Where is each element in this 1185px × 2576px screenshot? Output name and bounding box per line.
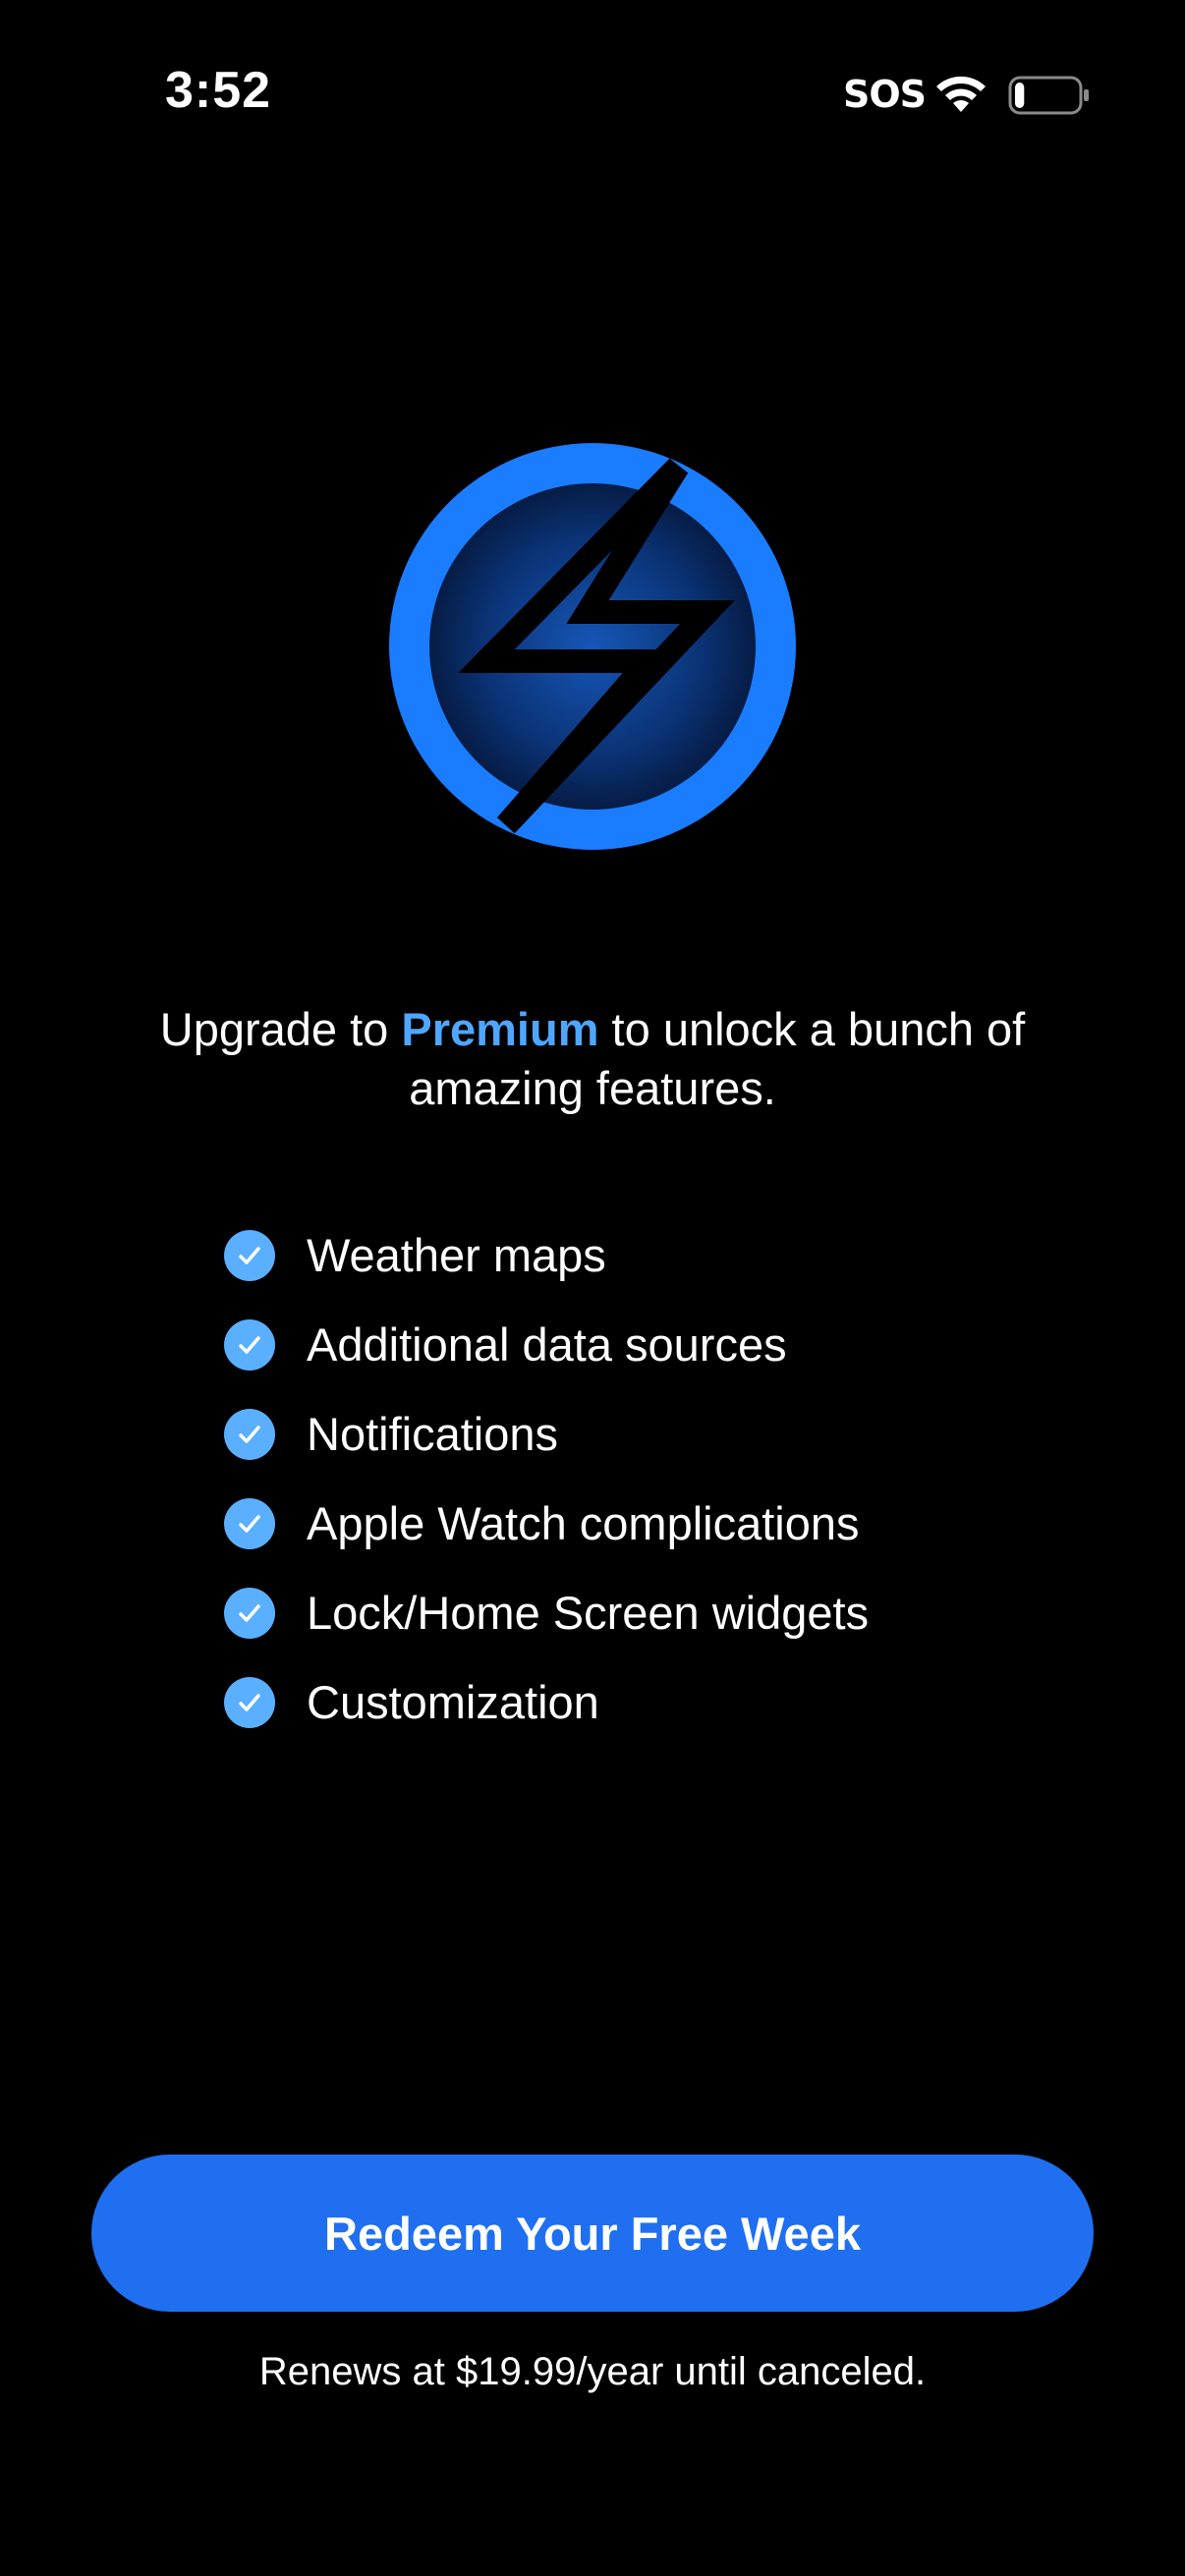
feature-label: Apple Watch complications bbox=[307, 1497, 860, 1549]
wifi-icon bbox=[936, 76, 986, 112]
battery-icon bbox=[1008, 76, 1089, 115]
feature-item: Additional data sources bbox=[224, 1300, 1010, 1389]
headline: Upgrade to Premium to unlock a bunch of … bbox=[101, 1000, 1084, 1118]
checkmark-circle-icon bbox=[224, 1229, 275, 1281]
feature-item: Weather maps bbox=[224, 1210, 1010, 1300]
feature-label: Additional data sources bbox=[307, 1318, 787, 1371]
checkmark-circle-icon bbox=[224, 1497, 275, 1549]
checkmark-circle-icon bbox=[224, 1408, 275, 1460]
feature-label: Customization bbox=[307, 1676, 599, 1728]
feature-list: Weather maps Additional data sources Not… bbox=[224, 1210, 1010, 1747]
feature-item: Apple Watch complications bbox=[224, 1479, 1010, 1568]
checkmark-circle-icon bbox=[224, 1318, 275, 1371]
feature-label: Notifications bbox=[307, 1408, 558, 1460]
lightning-bolt-icon bbox=[389, 443, 796, 850]
feature-label: Weather maps bbox=[307, 1229, 606, 1281]
headline-text-before: Upgrade to bbox=[159, 1003, 402, 1055]
status-carrier: SOS bbox=[843, 73, 927, 116]
renewal-terms: Renews at $19.99/year until canceled. bbox=[258, 2350, 927, 2393]
status-time: 3:52 bbox=[165, 62, 272, 119]
feature-item: Customization bbox=[224, 1657, 1010, 1747]
feature-item: Lock/Home Screen widgets bbox=[224, 1568, 1010, 1657]
feature-item: Notifications bbox=[224, 1389, 1010, 1479]
checkmark-circle-icon bbox=[224, 1587, 275, 1639]
redeem-free-week-button[interactable]: Redeem Your Free Week bbox=[91, 2155, 1094, 2312]
feature-label: Lock/Home Screen widgets bbox=[307, 1587, 870, 1639]
headline-premium: Premium bbox=[401, 1003, 599, 1055]
checkmark-circle-icon bbox=[224, 1676, 275, 1728]
status-bar: 3:52 SOS bbox=[0, 0, 1185, 196]
